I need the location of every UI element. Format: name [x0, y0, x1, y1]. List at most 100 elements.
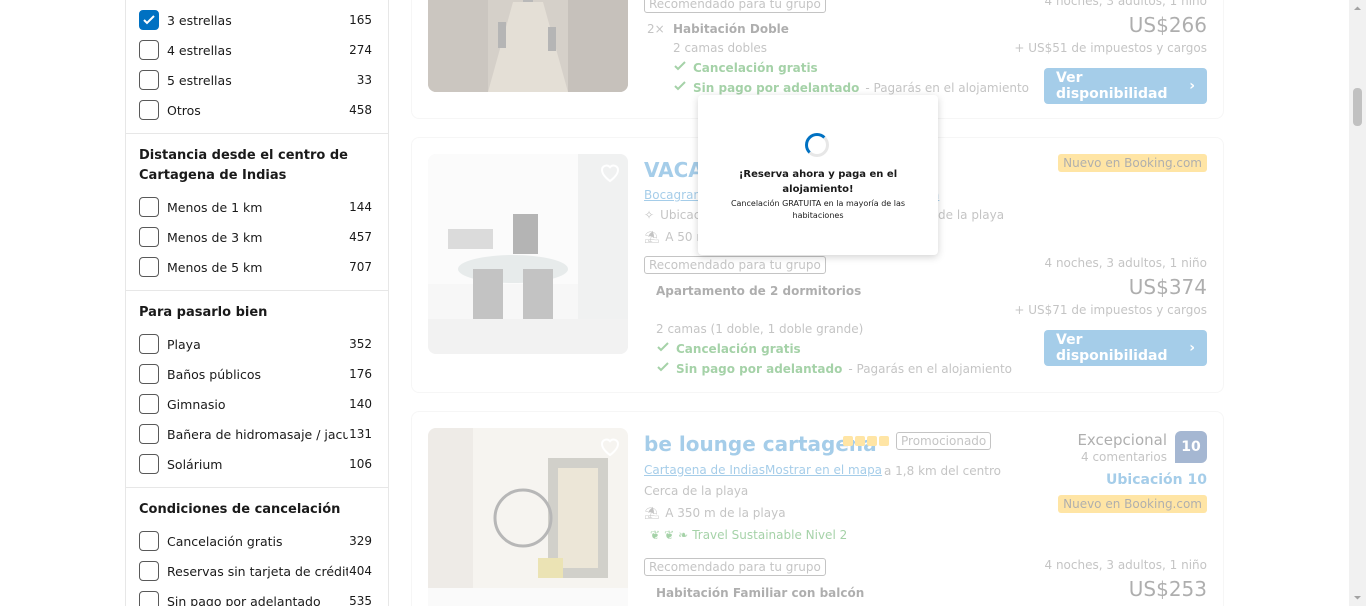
- cta-label: Ver disponibilidad: [1056, 332, 1168, 364]
- scroll-thumb[interactable]: [1353, 88, 1362, 126]
- free-cancel-line: Cancelación gratis: [656, 340, 801, 357]
- new-on-booking-badge: Nuevo en Booking.com: [1058, 495, 1207, 513]
- beach-text-tail: de la playa: [938, 208, 1005, 222]
- map-link[interactable]: Mostrar en el mapa: [765, 463, 882, 477]
- heart-icon[interactable]: [598, 434, 622, 458]
- filter-label: 3 estrellas: [167, 12, 232, 28]
- filter-row-distance[interactable]: Menos de 1 km 144: [139, 192, 372, 222]
- checkbox[interactable]: [139, 40, 159, 60]
- price: US$374: [1128, 275, 1207, 299]
- pay-at-property-text: - Pagarás en el alojamiento: [865, 80, 1029, 95]
- stay-meta: 4 noches, 3 adultos, 1 niño: [1044, 256, 1208, 270]
- filter-group-fun: Para pasarlo bien Playa 352 Baños públic…: [126, 291, 388, 488]
- property-name[interactable]: be lounge cartagena: [644, 432, 877, 456]
- promoted-badge: Promocionado: [896, 432, 992, 450]
- filter-label: Playa: [167, 336, 201, 352]
- filter-row-distance[interactable]: Menos de 3 km 457: [139, 222, 372, 252]
- filter-label: Sin pago por adelantado: [167, 593, 321, 606]
- recommended-badge: Recomendado para tu grupo: [644, 0, 826, 13]
- filter-group-stars: 3 estrellas 165 4 estrellas 274 5 estrel…: [126, 0, 388, 134]
- no-prepay-line: Sin pago por adelantado - Pagarás en el …: [673, 79, 1029, 96]
- leaf-icon: ❦: [650, 528, 661, 542]
- filter-row-fun[interactable]: Solárium 106: [139, 449, 372, 479]
- taxes-text: + US$51 de impuestos y cargos: [1014, 41, 1207, 55]
- filters-panel: 3 estrellas 165 4 estrellas 274 5 estrel…: [125, 0, 389, 606]
- filter-count: 535: [349, 594, 372, 606]
- recommended-badge: Recomendado para tu grupo: [644, 256, 826, 274]
- filter-row-fun[interactable]: Gimnasio 140: [139, 389, 372, 419]
- leaf-icon: ❧: [678, 528, 689, 542]
- price: US$253: [1128, 577, 1207, 601]
- filter-label: Menos de 3 km: [167, 229, 263, 245]
- checkbox[interactable]: [139, 334, 159, 354]
- filter-count: 144: [349, 200, 372, 214]
- popup-subtitle: Cancelación GRATUITA en la mayoría de la…: [730, 199, 906, 220]
- filter-row-cancel[interactable]: Reservas sin tarjeta de crédito 404: [139, 556, 372, 586]
- filter-row-cancel[interactable]: Cancelación gratis 329: [139, 526, 372, 556]
- filter-row-fun[interactable]: Baños públicos 176: [139, 359, 372, 389]
- popup-title: ¡Reserva ahora y paga en el alojamiento!: [738, 169, 898, 195]
- cta-label: Ver disponibilidad: [1056, 70, 1168, 102]
- filter-count: 176: [349, 367, 372, 381]
- filter-row-fun[interactable]: Playa 352: [139, 329, 372, 359]
- filter-row-fun[interactable]: Bañera de hidromasaje / jacuzzi 131: [139, 419, 372, 449]
- filter-count: 404: [349, 564, 372, 578]
- location-score: Ubicación 10: [1106, 472, 1207, 488]
- checkbox[interactable]: [139, 70, 159, 90]
- street-photo: [428, 0, 628, 92]
- checkbox[interactable]: [139, 531, 159, 551]
- property-photo[interactable]: [428, 154, 628, 354]
- results-list: Recomendado para tu grupo 2× Habitación …: [411, 0, 1224, 606]
- location-line: ✧ Ubicac: [644, 208, 700, 222]
- checkbox[interactable]: [139, 424, 159, 444]
- property-photo[interactable]: [428, 0, 628, 92]
- taxes-text: + US$71 de impuestos y cargos: [1014, 303, 1207, 317]
- checkbox-checked[interactable]: [139, 10, 159, 30]
- beach-icon: ⛱: [644, 230, 660, 244]
- filter-label: Gimnasio: [167, 396, 226, 412]
- filter-count: 707: [349, 260, 372, 274]
- filter-group-title: Distancia desde el centro de Cartagena d…: [139, 148, 348, 183]
- checkbox[interactable]: [139, 364, 159, 384]
- filter-count: 329: [349, 534, 372, 548]
- checkbox[interactable]: [139, 227, 159, 247]
- filter-label: Menos de 5 km: [167, 259, 263, 275]
- see-availability-button[interactable]: Ver disponibilidad ›: [1044, 330, 1207, 366]
- filter-row-4-stars[interactable]: 4 estrellas 274: [139, 35, 372, 65]
- filter-count: 457: [349, 230, 372, 244]
- beach-icon: ⛱: [644, 506, 660, 520]
- filter-row-5-stars[interactable]: 5 estrellas 33: [139, 65, 372, 95]
- filter-row-3-stars[interactable]: 3 estrellas 165: [139, 5, 372, 35]
- score-badge[interactable]: 10: [1175, 431, 1207, 463]
- heart-icon[interactable]: [598, 160, 622, 184]
- star-rating: [843, 436, 889, 446]
- chevron-right-icon: ›: [1189, 78, 1195, 94]
- filter-row-distance[interactable]: Menos de 5 km 707: [139, 252, 372, 282]
- filter-label: 4 estrellas: [167, 42, 232, 58]
- page-scrollbar[interactable]: [1349, 0, 1366, 606]
- checkbox[interactable]: [139, 561, 159, 581]
- filter-label: Menos de 1 km: [167, 199, 263, 215]
- pay-at-property-text: - Pagarás en el alojamiento: [848, 361, 1012, 376]
- filter-row-otros[interactable]: Otros 458: [139, 95, 372, 125]
- checkbox[interactable]: [139, 454, 159, 474]
- checkbox[interactable]: [139, 394, 159, 414]
- free-cancel-line: Cancelación gratis: [673, 59, 818, 76]
- checkbox[interactable]: [139, 100, 159, 120]
- filter-row-cancel[interactable]: Sin pago por adelantado 535: [139, 586, 372, 606]
- property-photo[interactable]: [428, 428, 628, 606]
- checkbox[interactable]: [139, 197, 159, 217]
- ubicacion-text: Ubicac: [660, 208, 701, 222]
- room-beds: 2 camas (1 doble, 1 doble grande): [656, 322, 864, 336]
- review-count: 4 comentarios: [1081, 450, 1167, 464]
- see-availability-button[interactable]: Ver disponibilidad ›: [1044, 68, 1207, 104]
- stay-meta: 4 noches, 3 adultos, 1 niño: [1044, 0, 1208, 8]
- loading-spinner-icon: [805, 133, 829, 157]
- checkbox[interactable]: [139, 257, 159, 277]
- city-link[interactable]: Cartagena de Indias: [644, 463, 765, 477]
- center-distance: a 1,8 km del centro: [884, 464, 1001, 478]
- check-icon: [656, 360, 670, 377]
- room-name: Habitación Doble: [673, 22, 789, 36]
- checkbox[interactable]: [139, 591, 159, 606]
- check-icon: [143, 15, 155, 25]
